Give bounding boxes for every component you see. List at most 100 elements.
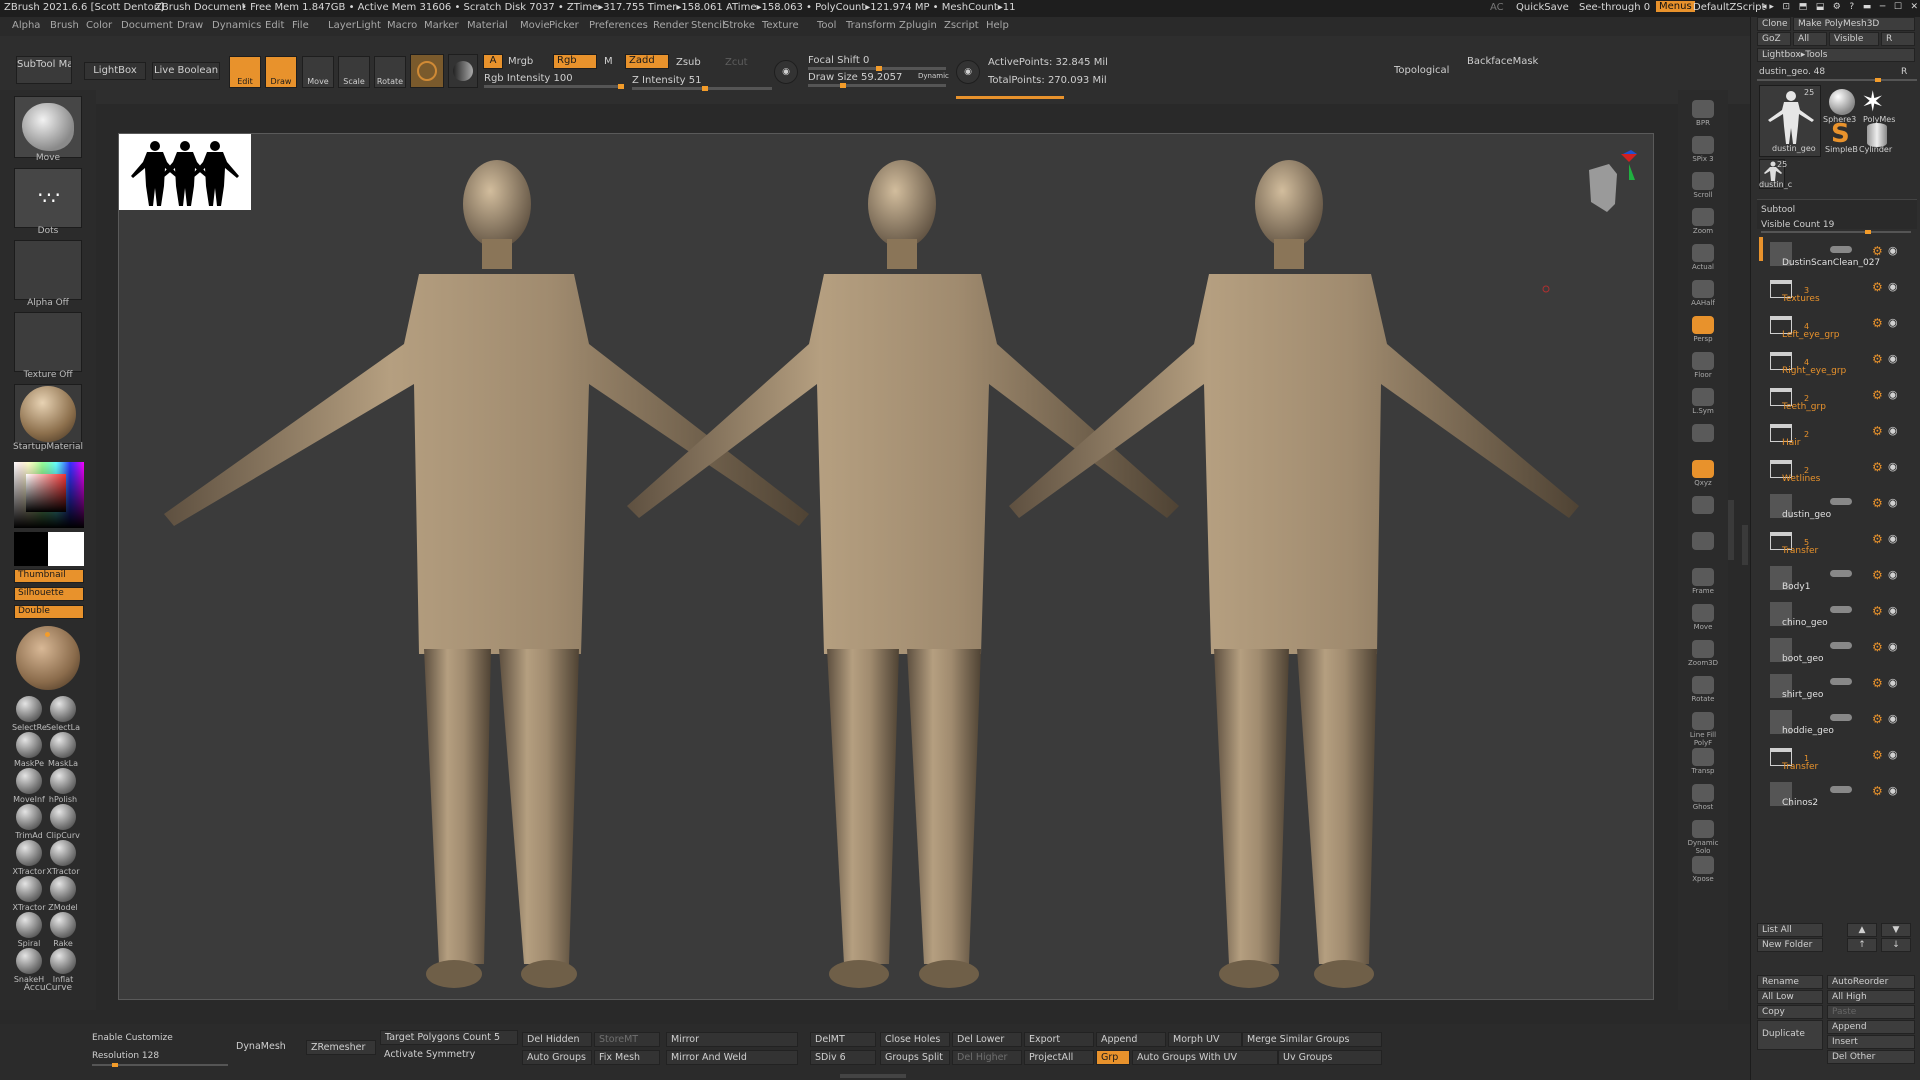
enable-customize-button[interactable]: Enable Customize <box>92 1033 173 1043</box>
eye-icon[interactable]: ◉ <box>1888 460 1898 473</box>
gear-icon[interactable]: ⚙ <box>1872 712 1883 726</box>
brush-spiral-button[interactable]: Spiral <box>12 912 46 948</box>
subtool-toggle[interactable] <box>1830 714 1852 721</box>
autoreorder-button[interactable]: AutoReorder <box>1827 975 1915 989</box>
del-lower-button[interactable]: Del Lower <box>952 1032 1022 1047</box>
window-controls[interactable]: ◂ ▸ ⊡ ⬒ ⬓ ⚙ ? ▬ ─ ☐ ✕ <box>1762 2 1918 12</box>
subtool-item[interactable]: DustinScanClean_027 ⚙ ◉ <box>1760 240 1908 274</box>
storemt-button[interactable]: StoreMT <box>594 1032 660 1047</box>
stroke-selector[interactable]: ·.·.· <box>14 168 82 228</box>
delmt-button[interactable]: DelMT <box>810 1032 876 1047</box>
subtool-item[interactable]: 4 Left_eye_grp ⚙ ◉ <box>1760 312 1908 346</box>
edit-mode-button[interactable]: Edit <box>229 56 261 88</box>
right-l-sym-button[interactable]: L.Sym <box>1684 386 1722 420</box>
subtool-toggle[interactable] <box>1830 786 1852 793</box>
brush-inflat-button[interactable]: Inflat <box>46 948 80 984</box>
subtool-item[interactable]: 4 Right_eye_grp ⚙ ◉ <box>1760 348 1908 382</box>
clone-button[interactable]: Clone <box>1757 17 1791 31</box>
subtool-item[interactable]: hoddie_geo ⚙ ◉ <box>1760 708 1908 742</box>
z-intensity-slider[interactable] <box>632 86 772 91</box>
del-higher-button[interactable]: Del Higher <box>952 1050 1022 1065</box>
copy-button[interactable]: Copy <box>1757 1005 1823 1019</box>
subtool-item[interactable]: dustin_geo ⚙ ◉ <box>1760 492 1908 526</box>
live-boolean-button[interactable]: Live Boolean <box>152 62 220 80</box>
visible-count-slider[interactable]: Visible Count 19 <box>1761 220 1834 230</box>
see-through-slider[interactable]: See-through 0 <box>1579 2 1650 13</box>
eye-icon[interactable]: ◉ <box>1888 568 1898 581</box>
subtool-master-button[interactable]: SubTool Master <box>16 56 72 84</box>
visible-button[interactable]: Visible <box>1829 32 1879 46</box>
menu-tool[interactable]: Tool <box>817 20 836 31</box>
brush-selectre-button[interactable]: SelectRe <box>12 696 47 732</box>
brush-moveinf-button[interactable]: MoveInf <box>12 768 46 804</box>
rotate-mode-button[interactable]: Rotate <box>374 56 406 88</box>
del-hidden-button[interactable]: Del Hidden <box>522 1032 592 1047</box>
eye-icon[interactable]: ◉ <box>1888 676 1898 689</box>
menu-color[interactable]: Color <box>86 20 112 31</box>
subtool-toggle[interactable] <box>1830 570 1852 577</box>
brush-clipcurv-button[interactable]: ClipCurv <box>46 804 80 840</box>
new-folder-button[interactable]: New Folder <box>1757 938 1823 952</box>
make-polymesh-button[interactable]: Make PolyMesh3D <box>1793 17 1915 31</box>
draw-size-slider[interactable] <box>808 83 946 88</box>
eye-icon[interactable]: ◉ <box>1888 388 1898 401</box>
polymesh-star-icon[interactable]: ✶ <box>1861 85 1884 118</box>
move-mode-button[interactable]: Move <box>302 56 334 88</box>
brush-trimad-button[interactable]: TrimAd <box>12 804 46 840</box>
mirror-and-weld-button[interactable]: Mirror And Weld <box>666 1050 798 1065</box>
subtool-item[interactable]: shirt_geo ⚙ ◉ <box>1760 672 1908 706</box>
subtool-toggle[interactable] <box>1830 246 1852 253</box>
brush-zmodel-button[interactable]: ZModel <box>46 876 80 912</box>
right-spix-3-button[interactable]: SPix 3 <box>1684 134 1722 168</box>
subtool-toggle[interactable] <box>1830 642 1852 649</box>
mrgb-toggle[interactable]: Mrgb <box>508 56 533 67</box>
menu-edit[interactable]: Edit <box>265 20 284 31</box>
menu-macro[interactable]: Macro <box>387 20 417 31</box>
insert-button[interactable]: Insert <box>1827 1035 1915 1049</box>
groups-split-button[interactable]: Groups Split <box>880 1050 950 1065</box>
subtool-item[interactable]: 2 Wetlines ⚙ ◉ <box>1760 456 1908 490</box>
color-picker[interactable] <box>14 462 84 528</box>
merge-similar-groups-button[interactable]: Merge Similar Groups <box>1242 1032 1382 1047</box>
right-scroll-button[interactable]: Scroll <box>1684 170 1722 204</box>
current-tool-slider[interactable]: dustin_geo. 48 <box>1759 67 1825 77</box>
menu-movie[interactable]: Movie <box>520 20 550 31</box>
menu-render[interactable]: Render <box>653 20 689 31</box>
eye-icon[interactable]: ◉ <box>1888 748 1898 761</box>
menu-zplugin[interactable]: Zplugin <box>899 20 937 31</box>
gear-icon[interactable]: ⚙ <box>1872 316 1883 330</box>
brush-xtractor-button[interactable]: XTractor <box>12 876 46 912</box>
menu-stencil[interactable]: Stencil <box>691 20 725 31</box>
morph-uv-button[interactable]: Morph UV <box>1168 1032 1242 1047</box>
gear-icon[interactable]: ⚙ <box>1872 424 1883 438</box>
gear-icon[interactable]: ⚙ <box>1872 352 1883 366</box>
orientation-gizmo-icon[interactable] <box>1579 150 1639 220</box>
menu-file[interactable]: File <box>292 20 309 31</box>
lightbox-tools-button[interactable]: Lightbox▸Tools <box>1757 48 1915 62</box>
double-toggle[interactable]: Double <box>14 605 84 619</box>
zsub-toggle[interactable]: Zsub <box>676 57 701 68</box>
focal-shift-slider[interactable] <box>808 66 946 71</box>
gear-icon[interactable]: ⚙ <box>1872 568 1883 582</box>
menu-material[interactable]: Material <box>467 20 508 31</box>
brush-selector[interactable] <box>14 96 82 158</box>
eye-icon[interactable]: ◉ <box>1888 784 1898 797</box>
right-dynamic-solo-button[interactable]: Dynamic Solo <box>1684 818 1722 855</box>
brush-snakeh-button[interactable]: SnakeH <box>12 948 46 984</box>
del-other-button[interactable]: Del Other <box>1827 1050 1915 1064</box>
draw-size-icon[interactable]: ◉ <box>956 60 980 84</box>
secondary-color-swatch[interactable] <box>14 532 48 566</box>
draw-mode-button[interactable]: Draw <box>265 56 297 88</box>
subtool-item[interactable]: 3 Textures ⚙ ◉ <box>1760 276 1908 310</box>
focal-shift-icon[interactable]: ◉ <box>774 60 798 84</box>
sdiv-slider[interactable]: SDiv 6 <box>810 1050 876 1065</box>
brush-rake-button[interactable]: Rake <box>46 912 80 948</box>
move-up-folder-icon[interactable]: ↑ <box>1847 938 1877 952</box>
eye-icon[interactable]: ◉ <box>1888 604 1898 617</box>
append-bottom-button[interactable]: Append <box>1096 1032 1166 1047</box>
eye-icon[interactable]: ◉ <box>1888 496 1898 509</box>
gear-icon[interactable]: ⚙ <box>1872 748 1883 762</box>
eye-icon[interactable]: ◉ <box>1888 280 1898 293</box>
canvas-viewport[interactable] <box>118 133 1654 1000</box>
right-qxyz-button[interactable]: Qxyz <box>1684 458 1722 492</box>
